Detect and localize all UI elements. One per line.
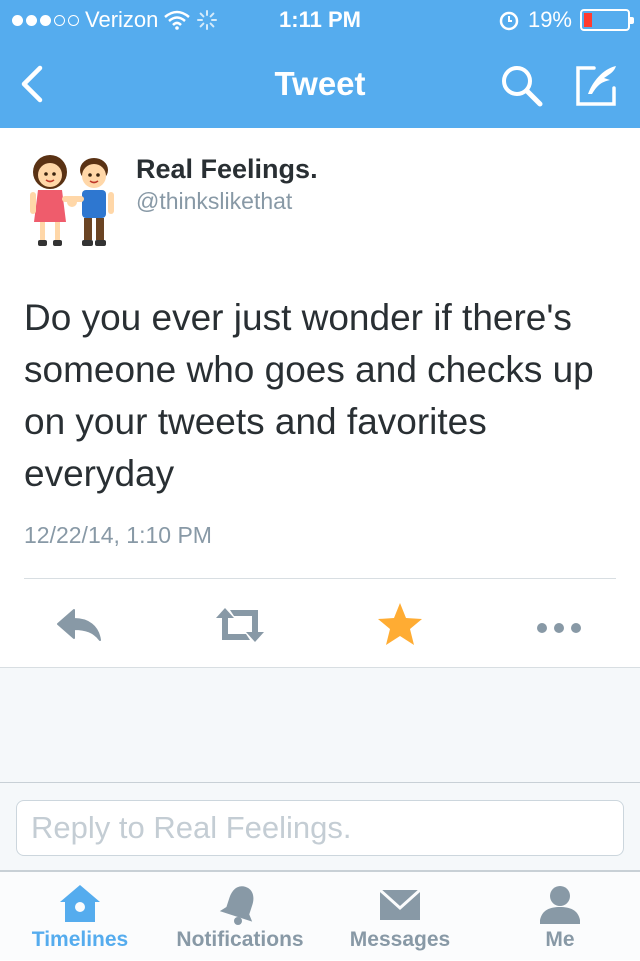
tab-label: Timelines — [31, 928, 129, 951]
tab-me[interactable]: Me — [480, 872, 640, 961]
tweet-actions — [0, 594, 640, 654]
home-icon — [60, 885, 100, 922]
bell-icon — [219, 886, 254, 925]
tab-bar: Timelines Notifications Messages Me — [0, 871, 640, 960]
battery-icon — [580, 9, 634, 31]
status-bar: Verizon 1:11 PM 19% — [0, 0, 640, 40]
divider — [24, 578, 616, 579]
tab-label: Messages — [349, 928, 451, 951]
author-handle[interactable]: @thinkslikethat — [136, 188, 292, 215]
status-right: 19% — [498, 7, 634, 33]
reply-icon[interactable] — [52, 600, 108, 650]
tweet-author[interactable]: Real Feelings. @thinkslikethat — [24, 150, 624, 250]
alarm-clock-icon — [499, 11, 519, 31]
couple-holding-hands-icon[interactable] — [24, 150, 122, 248]
compose-icon[interactable] — [572, 62, 620, 110]
person-icon — [540, 886, 580, 924]
tab-timelines[interactable]: Timelines — [0, 872, 160, 961]
tab-messages[interactable]: Messages — [320, 872, 480, 961]
more-icon[interactable] — [532, 600, 588, 650]
battery-percent: 19% — [527, 7, 572, 32]
search-icon[interactable] — [498, 62, 546, 110]
tweet-text: Do you ever just wonder if there's someo… — [24, 297, 594, 494]
nav-bar: Tweet — [0, 40, 640, 128]
reply-separator — [0, 782, 640, 783]
tab-notifications[interactable]: Notifications — [160, 872, 320, 961]
favorite-star-icon[interactable] — [372, 600, 428, 650]
envelope-icon — [378, 888, 422, 920]
reply-input[interactable] — [17, 801, 623, 855]
tab-label: Me — [545, 928, 575, 951]
author-name[interactable]: Real Feelings. — [136, 154, 318, 185]
reply-field[interactable] — [16, 800, 624, 856]
retweet-icon[interactable] — [212, 600, 268, 650]
tweet-timestamp: 12/22/14, 1:10 PM — [24, 522, 212, 548]
header: Verizon 1:11 PM 19% Tweet — [0, 0, 640, 128]
tab-label: Notifications — [176, 928, 304, 951]
